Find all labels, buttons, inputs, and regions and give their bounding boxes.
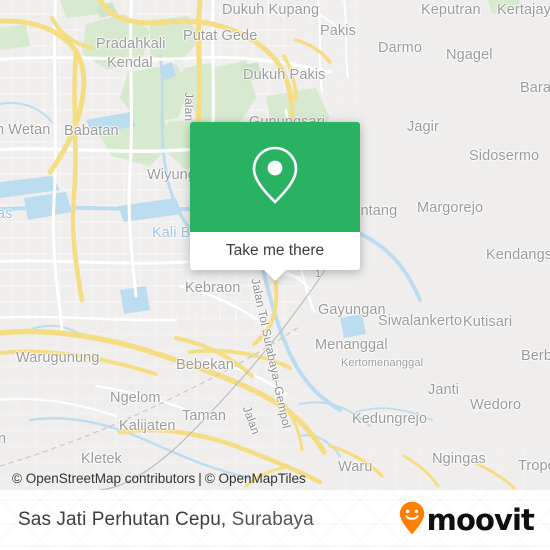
city-name: Surabaya	[231, 509, 314, 530]
title-comma: ,	[220, 509, 227, 530]
attribution-tiles[interactable]: © OpenMapTiles	[205, 471, 306, 486]
moovit-smiley-pin-icon	[399, 501, 425, 540]
moovit-wordmark: moovit	[426, 502, 535, 537]
take-me-there-label: Take me there	[225, 242, 325, 259]
location-pin-icon	[249, 144, 301, 211]
moovit-logo[interactable]: moovit	[399, 501, 535, 540]
take-me-there-button[interactable]: Take me there	[190, 232, 360, 270]
popup-pointer-tail	[264, 270, 286, 281]
page-title: Sas Jati Perhutan Cepu, Surabaya	[18, 509, 314, 531]
map-attribution: © OpenStreetMap contributors | © OpenMap…	[0, 466, 306, 490]
attribution-separator: |	[198, 470, 202, 486]
footer-bar: Sas Jati Perhutan Cepu, Surabaya moovit	[0, 490, 550, 550]
place-name: Sas Jati Perhutan Cepu	[18, 509, 221, 530]
moovit-map-screenshot: Dukuh KupangKeputranKertajayaPutat GedeP…	[0, 0, 550, 550]
location-popup-card[interactable]: Take me there	[190, 122, 360, 281]
popup-image-area	[190, 122, 360, 232]
map-canvas[interactable]: Dukuh KupangKeputranKertajayaPutat GedeP…	[0, 0, 550, 490]
attribution-osm[interactable]: © OpenStreetMap contributors	[12, 471, 195, 486]
